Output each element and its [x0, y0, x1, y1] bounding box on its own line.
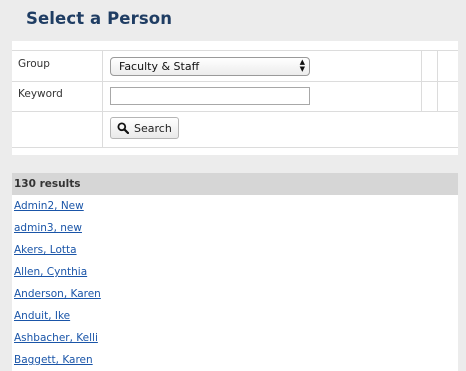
column-divider — [102, 50, 103, 148]
search-button[interactable]: Search — [110, 117, 179, 139]
page-title: Select a Person — [26, 9, 173, 28]
results-panel: 130 results Admin2, New admin3, new Aker… — [12, 173, 458, 371]
search-icon — [117, 122, 130, 137]
keyword-row: Keyword — [12, 82, 458, 112]
result-link[interactable]: Admin2, New — [14, 200, 84, 212]
result-link[interactable]: Anderson, Karen — [14, 288, 101, 300]
keyword-input[interactable] — [110, 87, 310, 105]
result-link[interactable]: Allen, Cynthia — [14, 266, 87, 278]
search-form: Group Faculty & Staff ▲ ▼ Keyword Search — [12, 41, 458, 155]
result-link[interactable]: admin3, new — [14, 222, 82, 234]
column-divider — [437, 50, 438, 111]
result-link[interactable]: Baggett, Karen — [14, 354, 93, 366]
group-select-value: Faculty & Staff — [119, 60, 200, 73]
group-select[interactable]: Faculty & Staff ▲ ▼ — [110, 57, 310, 76]
result-link[interactable]: Anduit, Ike — [14, 310, 70, 322]
keyword-label: Keyword — [18, 88, 63, 100]
group-label: Group — [18, 58, 50, 70]
search-row: Search — [12, 112, 458, 148]
search-button-label: Search — [134, 122, 172, 135]
group-row: Group Faculty & Staff ▲ ▼ — [12, 50, 458, 82]
select-arrows-icon: ▲ ▼ — [299, 58, 305, 73]
result-link[interactable]: Akers, Lotta — [14, 244, 77, 256]
column-divider — [421, 50, 422, 111]
results-count: 130 results — [12, 173, 458, 195]
result-link[interactable]: Ashbacher, Kelli — [14, 332, 98, 344]
